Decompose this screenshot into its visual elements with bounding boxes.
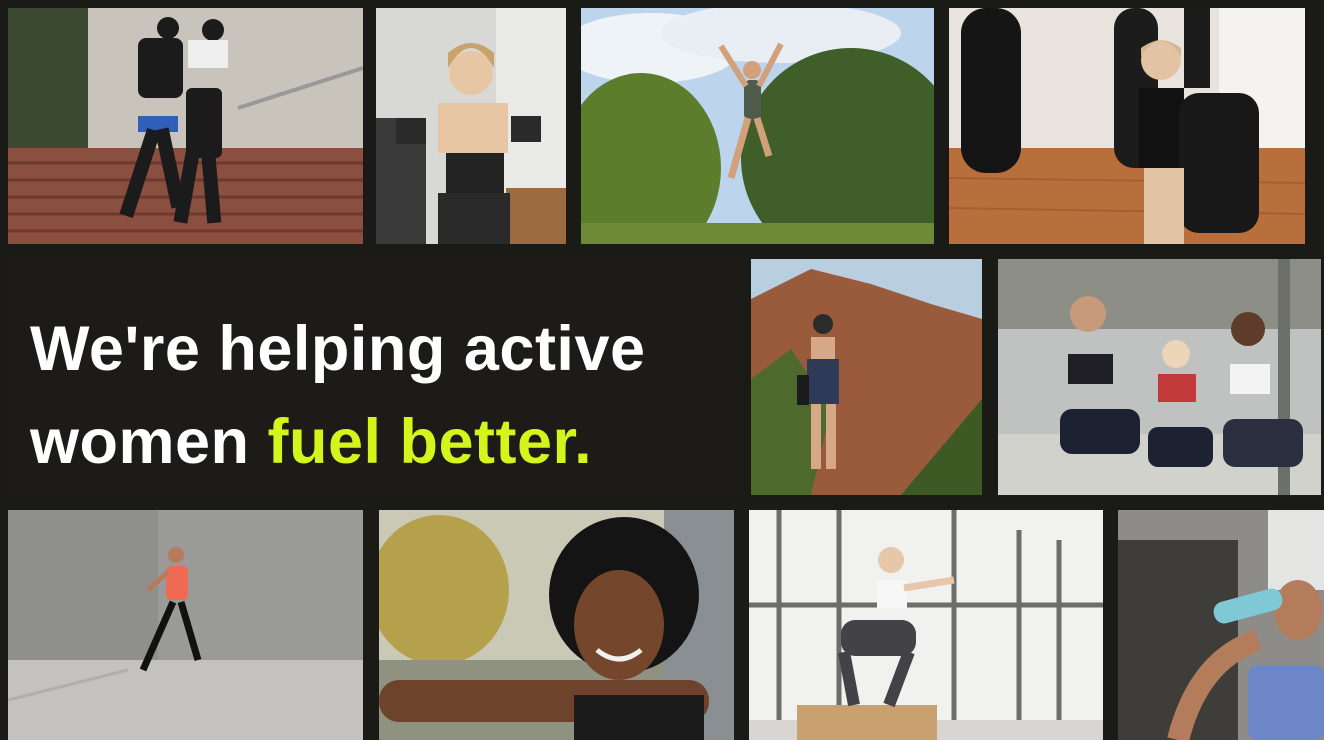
photo-rock-hiker [751,259,982,495]
photo-boxing-gym [949,8,1305,244]
photo-box-squat [749,510,1103,740]
headline-line-2-prefix: women [30,407,268,477]
photo-drinking-water [1118,510,1324,740]
photo-stair-runners [8,8,363,244]
photo-studio-friends [998,259,1321,495]
photo-dumbbell-curl [376,8,566,244]
headline-line-1: We're helping active [30,314,646,384]
headline: We're helping active women fuel better. [30,303,646,489]
photo-street-runner [8,510,363,740]
photo-jumping-woman [581,8,934,244]
headline-panel: We're helping active women fuel better. [8,255,740,495]
headline-accent: fuel better. [267,407,593,477]
photo-smiling-stretch [379,510,734,740]
